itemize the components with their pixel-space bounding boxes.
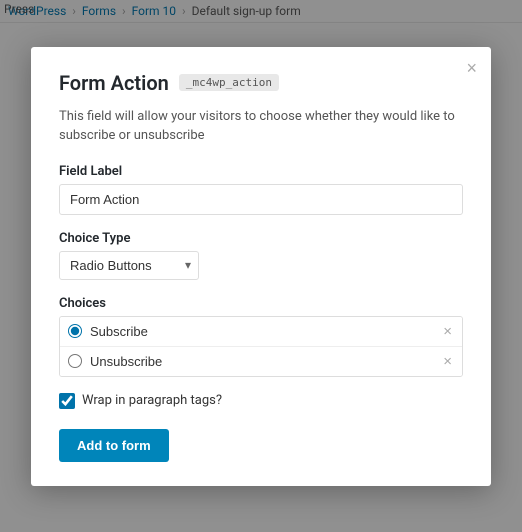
add-to-form-button[interactable]: Add to form [59, 429, 169, 462]
modal-title-text: Form Action [59, 71, 169, 95]
wrap-paragraph-row: Wrap in paragraph tags? [59, 393, 463, 409]
wrap-paragraph-checkbox[interactable] [59, 393, 75, 409]
choice-type-select[interactable]: Radio Buttons Checkboxes Select [59, 251, 199, 280]
choice-radio-subscribe[interactable] [68, 324, 82, 338]
wrap-paragraph-label: Wrap in paragraph tags? [82, 393, 222, 408]
choice-input-unsubscribe[interactable] [90, 354, 441, 369]
choice-input-subscribe[interactable] [90, 324, 441, 339]
modal-description: This field will allow your visitors to c… [59, 107, 463, 146]
list-item: × [60, 347, 462, 376]
field-label-input[interactable] [59, 184, 463, 215]
choice-type-select-wrapper: Radio Buttons Checkboxes Select ▾ [59, 251, 199, 280]
choices-box: × × [59, 316, 463, 377]
choice-radio-unsubscribe[interactable] [68, 354, 82, 368]
modal-overlay: × Form Action _mc4wp_action This field w… [0, 0, 522, 532]
choices-label: Choices [59, 296, 463, 311]
choice-remove-unsubscribe[interactable]: × [441, 354, 454, 369]
list-item: × [60, 317, 462, 347]
choice-remove-subscribe[interactable]: × [441, 324, 454, 339]
modal-dialog: × Form Action _mc4wp_action This field w… [31, 47, 491, 486]
modal-title-row: Form Action _mc4wp_action [59, 71, 463, 95]
choice-type-label: Choice Type [59, 231, 463, 246]
close-button[interactable]: × [466, 59, 477, 77]
modal-title-badge: _mc4wp_action [179, 74, 279, 91]
field-label-label: Field Label [59, 164, 463, 179]
choice-type-section: Choice Type Radio Buttons Checkboxes Sel… [59, 231, 463, 280]
field-label-section: Field Label [59, 164, 463, 215]
choices-section: Choices × × [59, 296, 463, 377]
